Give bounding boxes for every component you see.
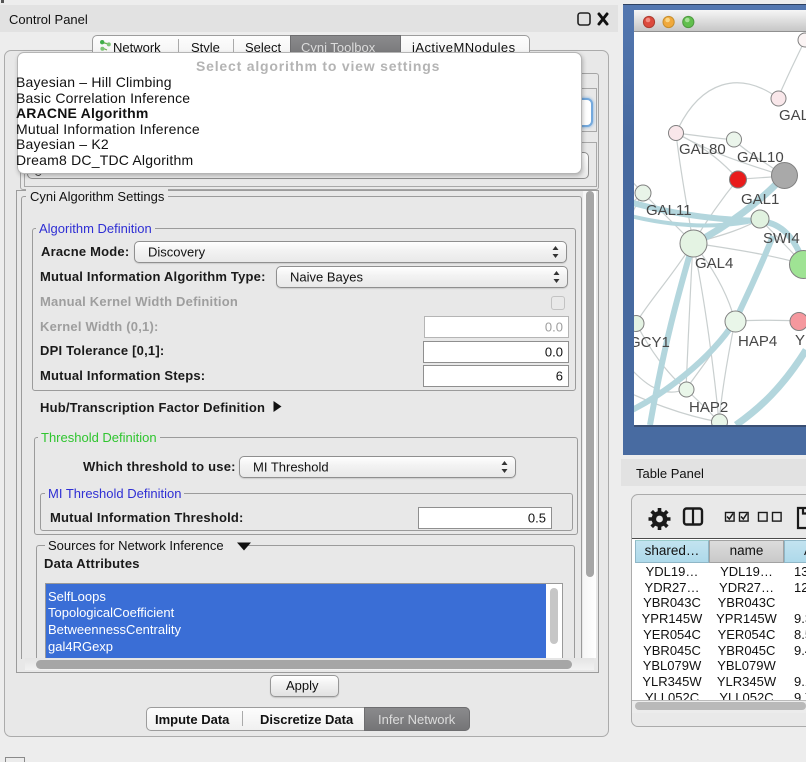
svg-text:YEL: YEL — [795, 332, 806, 349]
svg-text:GAL4: GAL4 — [695, 255, 733, 272]
svg-text:GAL7: GAL7 — [779, 107, 806, 124]
svg-text:GAL1: GAL1 — [741, 191, 779, 208]
svg-text:HAP2: HAP2 — [689, 399, 728, 416]
svg-text:HAP4: HAP4 — [738, 333, 777, 350]
svg-text:GAL10: GAL10 — [737, 149, 784, 166]
svg-text:GAL11: GAL11 — [646, 202, 692, 219]
svg-text:GAL80: GAL80 — [679, 141, 726, 158]
svg-text:GCY1: GCY1 — [634, 334, 670, 351]
svg-text:SWI4: SWI4 — [763, 230, 800, 247]
